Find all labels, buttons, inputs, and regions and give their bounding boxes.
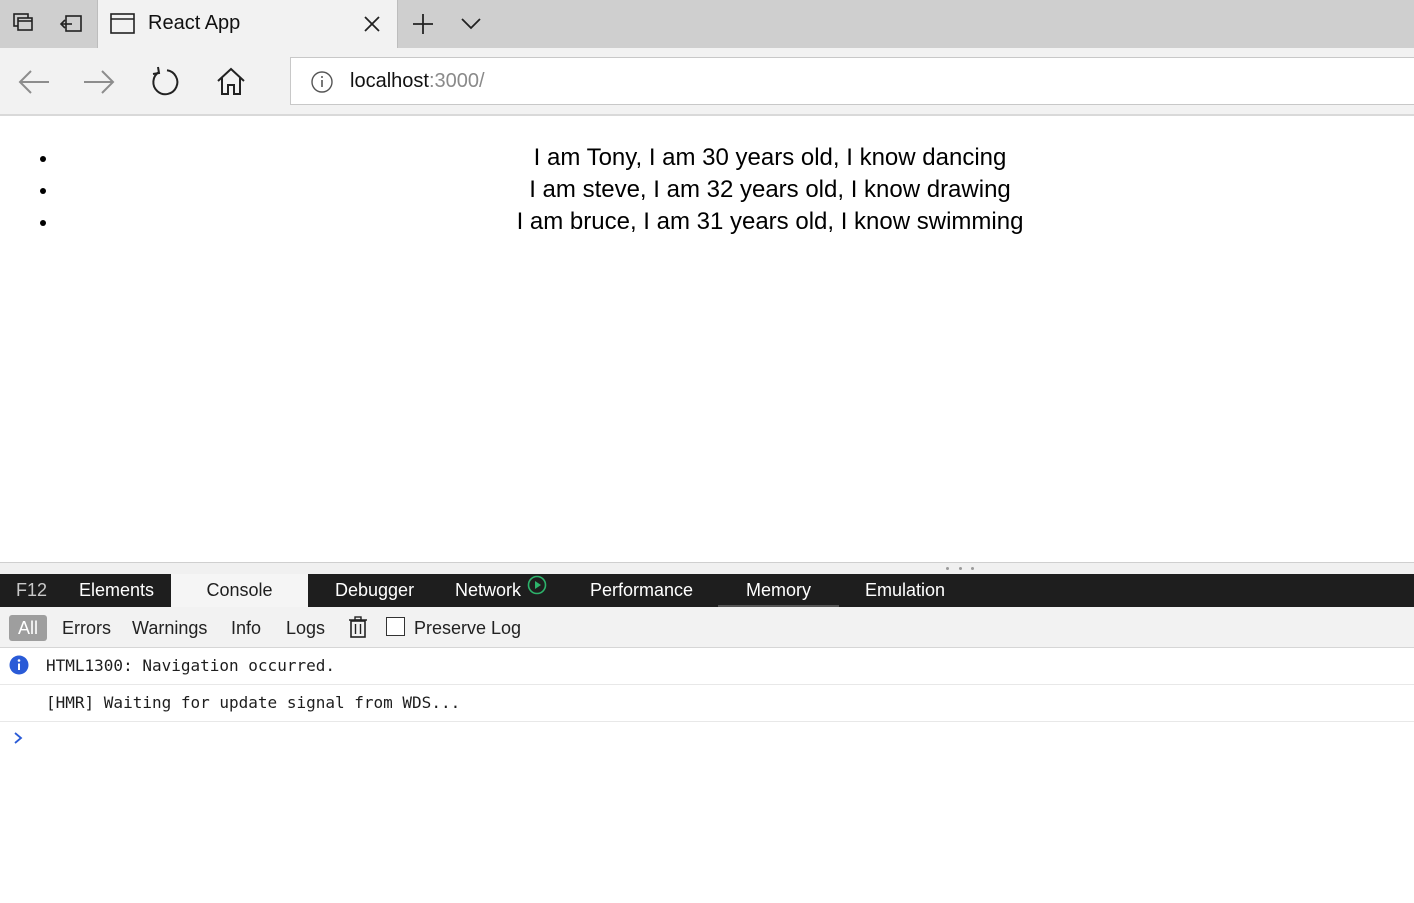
tab-elements[interactable]: Elements bbox=[79, 574, 154, 607]
chevron-down-icon[interactable] bbox=[447, 0, 495, 48]
close-icon[interactable] bbox=[360, 12, 384, 36]
console-prompt-chevron-icon[interactable] bbox=[12, 730, 24, 750]
address-bar[interactable]: localhost:3000/ bbox=[290, 57, 1414, 105]
preserve-log-checkbox[interactable] bbox=[386, 617, 405, 636]
console-output: HTML1300: Navigation occurred. [HMR] Wai… bbox=[0, 648, 1414, 903]
back-arrow-icon[interactable] bbox=[14, 62, 54, 102]
filter-logs[interactable]: Logs bbox=[286, 615, 325, 641]
tab-strip: React App bbox=[0, 0, 1414, 48]
filter-all[interactable]: All bbox=[9, 615, 47, 641]
url-text: localhost:3000/ bbox=[350, 70, 485, 93]
tab-debugger[interactable]: Debugger bbox=[335, 574, 414, 607]
page-icon bbox=[110, 13, 136, 40]
info-icon bbox=[9, 655, 29, 679]
bullet bbox=[40, 188, 46, 194]
url-host: localhost bbox=[350, 70, 429, 92]
tab-emulation[interactable]: Emulation bbox=[865, 574, 945, 607]
bullet bbox=[40, 220, 46, 226]
console-message: [HMR] Waiting for update signal from WDS… bbox=[0, 685, 1414, 722]
set-tabs-aside-icon[interactable] bbox=[48, 0, 96, 48]
grip-dots bbox=[946, 567, 974, 571]
filter-errors[interactable]: Errors bbox=[62, 615, 111, 641]
refresh-icon[interactable] bbox=[145, 62, 185, 102]
preserve-log-label[interactable]: Preserve Log bbox=[414, 615, 521, 641]
console-filter-bar: All Errors Warnings Info Logs Preserve L… bbox=[0, 607, 1414, 648]
navigation-bar: localhost:3000/ bbox=[0, 48, 1414, 116]
tab-performance[interactable]: Performance bbox=[590, 574, 693, 607]
devtools-resize-handle[interactable] bbox=[0, 562, 1414, 574]
bullet bbox=[40, 156, 46, 162]
forward-arrow-icon[interactable] bbox=[79, 62, 119, 102]
list-item: I am Tony, I am 30 years old, I know dan… bbox=[40, 142, 1380, 174]
filter-warnings[interactable]: Warnings bbox=[132, 615, 207, 641]
list-item-text: I am Tony, I am 30 years old, I know dan… bbox=[533, 144, 1007, 171]
page-content: I am Tony, I am 30 years old, I know dan… bbox=[0, 116, 1414, 562]
console-message: HTML1300: Navigation occurred. bbox=[0, 648, 1414, 685]
console-message-text: HTML1300: Navigation occurred. bbox=[46, 656, 335, 675]
console-message-text: [HMR] Waiting for update signal from WDS… bbox=[46, 693, 461, 712]
new-tab-icon[interactable] bbox=[399, 0, 447, 48]
home-icon[interactable] bbox=[211, 62, 251, 102]
filter-info[interactable]: Info bbox=[231, 615, 261, 641]
play-icon bbox=[527, 573, 547, 606]
tab-memory[interactable]: Memory bbox=[718, 574, 839, 607]
tab-network[interactable]: Network bbox=[455, 574, 547, 607]
browser-tab[interactable]: React App bbox=[97, 0, 398, 48]
list-item-text: I am bruce, I am 31 years old, I know sw… bbox=[516, 208, 1024, 235]
tab-actions-icon[interactable] bbox=[0, 0, 48, 48]
list-item: I am steve, I am 32 years old, I know dr… bbox=[40, 174, 1380, 206]
tab-console[interactable]: Console bbox=[171, 574, 308, 607]
clear-console-trash-icon[interactable] bbox=[348, 615, 368, 644]
info-icon[interactable] bbox=[310, 70, 334, 99]
list-item: I am bruce, I am 31 years old, I know sw… bbox=[40, 206, 1380, 238]
tab-network-label: Network bbox=[455, 580, 522, 600]
f12-label: F12 bbox=[16, 580, 48, 600]
list-item-text: I am steve, I am 32 years old, I know dr… bbox=[529, 176, 1011, 203]
tab-title: React App bbox=[148, 12, 241, 34]
devtools-tab-bar: F12 Elements Console Debugger Network Pe… bbox=[0, 574, 1414, 607]
people-list: I am Tony, I am 30 years old, I know dan… bbox=[40, 142, 1380, 238]
url-port-path: :3000/ bbox=[428, 70, 485, 92]
